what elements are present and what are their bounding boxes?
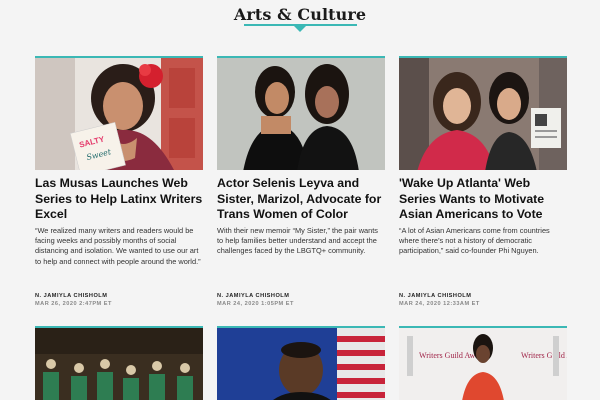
article-date-2: MAR 24, 2020 1:05PM ET [217,301,294,307]
article-headline-3[interactable]: 'Wake Up Atlanta' Web Series Wants to Mo… [399,176,567,223]
article-excerpt-3: “A lot of Asian Americans come from coun… [399,226,550,256]
title-caret-icon [294,26,306,32]
section-title[interactable]: Arts & Culture [0,5,600,24]
article-excerpt-2: With their new memoir “My Sister,” the p… [217,226,378,256]
portrait-woman-with-book: SALTY Sweet [35,58,203,170]
portrait-two-women-event [399,58,567,170]
article-headline-1[interactable]: Las Musas Launches Web Series to Help La… [35,176,203,223]
article-author-1[interactable]: N. JAMIYLA CHISHOLM [35,293,203,299]
section-header: Arts & Culture [0,0,600,36]
article-image-2[interactable] [217,56,385,170]
writers-guild-awards-image: Writers Guild Awards Writers Guild Award… [399,328,567,400]
article-date-3: MAR 24, 2020 12:33AM ET [399,301,480,307]
article-image-6[interactable]: Writers Guild Awards Writers Guild Award… [399,326,567,400]
article-image-3[interactable] [399,56,567,170]
article-image-5[interactable] [217,326,385,400]
backdrop-text-right: Writers Guild Awards [521,351,567,360]
stage-performers-image [35,328,203,400]
article-headline-2[interactable]: Actor Selenis Leyva and Sister, Marizol,… [217,176,385,223]
article-card-1[interactable]: SALTY Sweet Las Musas Launches Web Serie… [35,56,203,316]
article-author-3[interactable]: N. JAMIYLA CHISHOLM [399,293,567,299]
article-card-2[interactable]: Actor Selenis Leyva and Sister, Marizol,… [217,56,385,316]
article-date-1: MAR 26, 2020 2:47PM ET [35,301,112,307]
article-image-4[interactable] [35,326,203,400]
portrait-two-women [217,58,385,170]
article-excerpt-1: “We realized many writers and readers wo… [35,226,201,266]
article-author-2[interactable]: N. JAMIYLA CHISHOLM [217,293,385,299]
speaker-flag-image [217,328,385,400]
article-card-3[interactable]: 'Wake Up Atlanta' Web Series Wants to Mo… [399,56,567,316]
article-image-1[interactable]: SALTY Sweet [35,56,203,170]
